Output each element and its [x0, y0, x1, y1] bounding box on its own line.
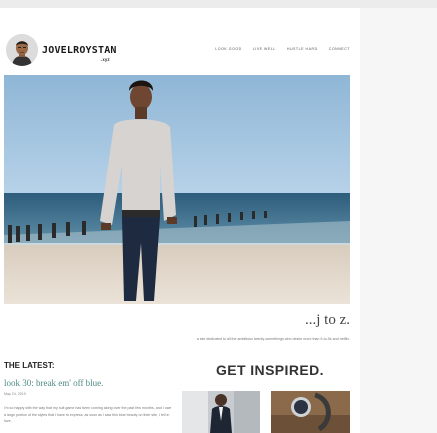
inspired-thumb-2[interactable]	[271, 391, 350, 433]
avatar-face-icon	[6, 34, 38, 66]
main-nav: LOOK GOOD LIVE WELL HUSTLE HARD CONNECT	[215, 47, 350, 51]
browser-top-strip	[0, 0, 437, 8]
hero-beach-man-icon	[4, 75, 350, 304]
nav-look-good[interactable]: LOOK GOOD	[215, 47, 241, 51]
inspired-thumb-1[interactable]	[182, 391, 260, 433]
hero-photo	[4, 75, 350, 304]
nav-hustle-hard[interactable]: HUSTLE HARD	[287, 47, 318, 51]
suit-man-photo-icon	[182, 391, 260, 433]
nav-live-well[interactable]: LIVE WELL	[253, 47, 276, 51]
site-header: JOVELROYSTAN .xyz LOOK GOOD LIVE WELL HU…	[4, 34, 350, 68]
latest-heading: THE LATEST:	[4, 361, 55, 370]
latest-post-excerpt: I'm so happy with the way that my suit g…	[4, 406, 172, 423]
tagline-description: a site dedicated to all the ambitious tw…	[196, 337, 350, 341]
latest-post-date: May 24, 2019	[4, 392, 26, 396]
right-gutter	[360, 8, 437, 433]
site-title-tld: .xyz	[100, 57, 110, 62]
watch-photo-icon	[271, 391, 350, 433]
latest-post-title[interactable]: look 30: break em' off blue.	[4, 378, 103, 388]
site-title[interactable]: JOVELROYSTAN	[42, 45, 117, 56]
inspired-heading: GET INSPIRED.	[216, 362, 324, 378]
avatar-logo[interactable]	[6, 34, 38, 66]
nav-connect[interactable]: CONNECT	[329, 47, 350, 51]
tagline: ...j to z.	[305, 312, 350, 328]
